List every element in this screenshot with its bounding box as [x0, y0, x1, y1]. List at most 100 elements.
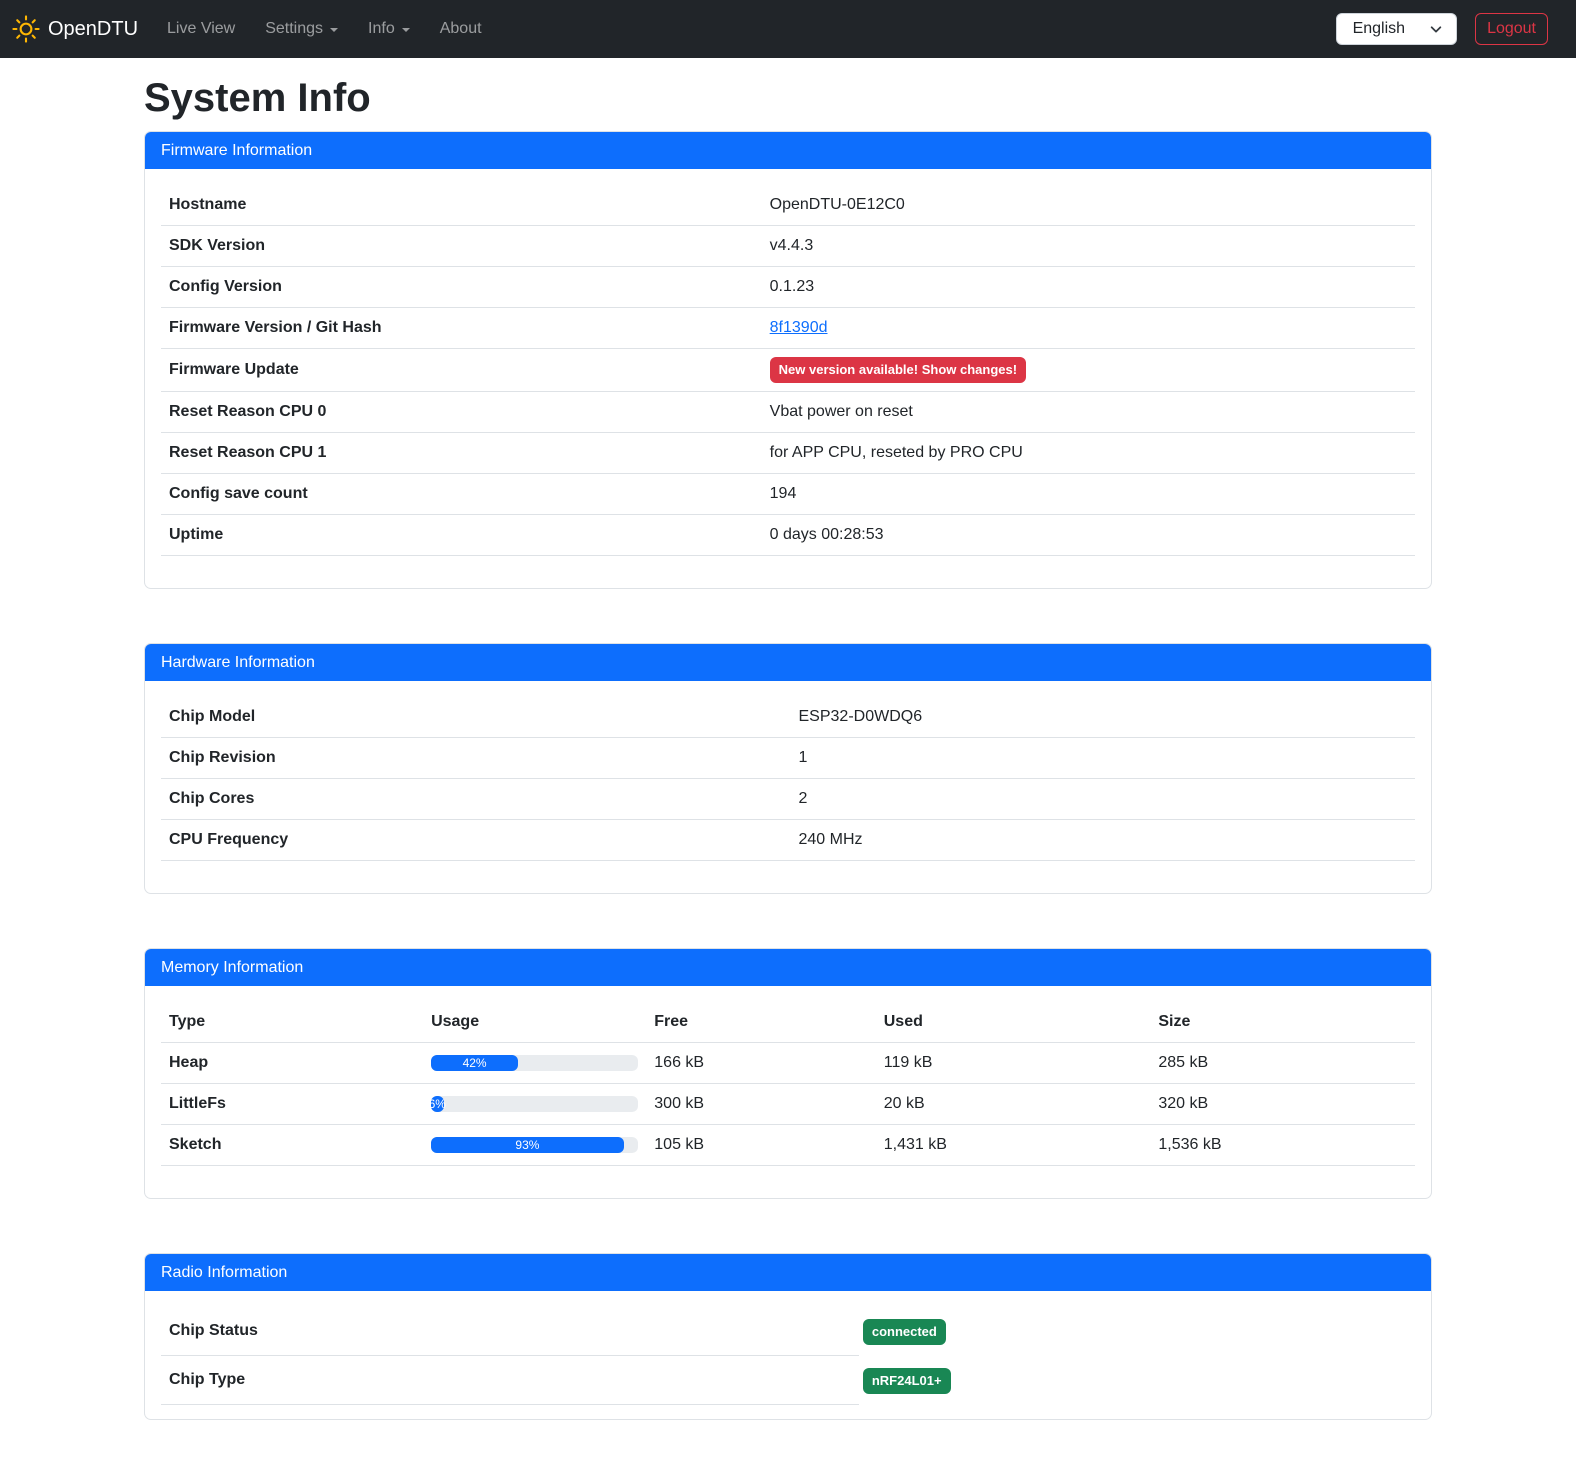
row-value: ESP32-D0WDQ6 — [791, 697, 1416, 738]
column-header-free: Free — [646, 1002, 875, 1043]
row-value: New version available! Show changes! — [762, 349, 1415, 392]
progress-label: 93% — [515, 1137, 539, 1153]
size-cell: 1,536 kB — [1150, 1125, 1415, 1166]
row-label: LittleFs — [161, 1084, 423, 1125]
progress-track: 93% — [431, 1137, 638, 1153]
table-row: Chip Revision 1 — [161, 738, 1415, 779]
usage-cell: 93% — [423, 1125, 646, 1166]
progress-label: 42% — [463, 1055, 487, 1071]
firmware-update-badge[interactable]: New version available! Show changes! — [770, 357, 1026, 383]
row-label: Heap — [161, 1043, 423, 1084]
table-row: SDK Version v4.4.3 — [161, 226, 1415, 267]
memory-card-header: Memory Information — [145, 949, 1431, 986]
free-cell: 300 kB — [646, 1084, 875, 1125]
table-row: Chip Type nRF24L01+ — [161, 1356, 1415, 1405]
used-cell: 20 kB — [876, 1084, 1151, 1125]
nav-item-label: About — [440, 20, 482, 38]
row-value: nRF24L01+ — [859, 1356, 951, 1405]
column-header-used: Used — [876, 1002, 1151, 1043]
brand-name: OpenDTU — [48, 18, 138, 41]
git-hash-link[interactable]: 8f1390d — [770, 319, 828, 336]
table-row: Hostname OpenDTU-0E12C0 — [161, 185, 1415, 226]
table-row: Chip Cores 2 — [161, 779, 1415, 820]
row-value: 8f1390d — [762, 308, 1415, 349]
progress-bar: 93% — [431, 1137, 624, 1153]
used-cell: 1,431 kB — [876, 1125, 1151, 1166]
caret-down-icon — [330, 28, 338, 32]
main-content: System Info Firmware Information Hostnam… — [144, 76, 1432, 1420]
radio-card: Radio Information Chip Status connected … — [144, 1253, 1432, 1420]
row-label: Chip Revision — [161, 738, 791, 779]
row-value: 194 — [762, 474, 1415, 515]
progress-track: 42% — [431, 1055, 638, 1071]
usage-cell: 6% — [423, 1084, 646, 1125]
page-title: System Info — [144, 76, 1432, 121]
brand[interactable]: OpenDTU — [12, 15, 138, 43]
row-value: 0.1.23 — [762, 267, 1415, 308]
chip-type-badge: nRF24L01+ — [863, 1368, 951, 1394]
row-label: Chip Model — [161, 697, 791, 738]
table-row: Config Version 0.1.23 — [161, 267, 1415, 308]
memory-card: Memory Information Type Usage Free Used … — [144, 948, 1432, 1199]
caret-down-icon — [402, 28, 410, 32]
row-label: Reset Reason CPU 0 — [161, 392, 762, 433]
row-label: Firmware Update — [161, 349, 762, 392]
row-label: Reset Reason CPU 1 — [161, 433, 762, 474]
table-row: Reset Reason CPU 0 Vbat power on reset — [161, 392, 1415, 433]
nav-item-label: Live View — [167, 20, 235, 38]
progress-track: 6% — [431, 1096, 638, 1112]
sun-icon — [12, 15, 40, 43]
nav-item-settings[interactable]: Settings — [250, 12, 353, 46]
chevron-down-icon — [1429, 22, 1443, 36]
firmware-card: Firmware Information Hostname OpenDTU-0E… — [144, 131, 1432, 589]
firmware-card-header: Firmware Information — [145, 132, 1431, 169]
row-label: Chip Cores — [161, 779, 791, 820]
progress-label: 6% — [429, 1096, 446, 1112]
table-row: LittleFs 6% 300 kB 20 kB 320 kB — [161, 1084, 1415, 1125]
nav-item-label: Settings — [265, 20, 323, 38]
row-label: Chip Type — [161, 1356, 859, 1405]
row-value: 0 days 00:28:53 — [762, 515, 1415, 556]
size-cell: 320 kB — [1150, 1084, 1415, 1125]
row-label: Firmware Version / Git Hash — [161, 308, 762, 349]
nav-item-live-view[interactable]: Live View — [152, 12, 250, 46]
nav-item-info[interactable]: Info — [353, 12, 425, 46]
radio-card-header: Radio Information — [145, 1254, 1431, 1291]
nav-item-about[interactable]: About — [425, 12, 497, 46]
row-value: 240 MHz — [791, 820, 1416, 861]
row-value: connected — [859, 1307, 946, 1356]
row-label: Chip Status — [161, 1307, 859, 1356]
table-row: Firmware Update New version available! S… — [161, 349, 1415, 392]
free-cell: 105 kB — [646, 1125, 875, 1166]
used-cell: 119 kB — [876, 1043, 1151, 1084]
row-label: Config save count — [161, 474, 762, 515]
usage-cell: 42% — [423, 1043, 646, 1084]
progress-bar: 42% — [431, 1055, 518, 1071]
row-value: 1 — [791, 738, 1416, 779]
size-cell: 285 kB — [1150, 1043, 1415, 1084]
table-row: Chip Status connected — [161, 1307, 1415, 1356]
table-row: CPU Frequency 240 MHz — [161, 820, 1415, 861]
firmware-table: Hostname OpenDTU-0E12C0 SDK Version v4.4… — [161, 185, 1415, 556]
table-row: Heap 42% 166 kB 119 kB 285 kB — [161, 1043, 1415, 1084]
chip-status-badge: connected — [863, 1319, 946, 1345]
row-value: for APP CPU, reseted by PRO CPU — [762, 433, 1415, 474]
table-row: Chip Model ESP32-D0WDQ6 — [161, 697, 1415, 738]
hardware-table: Chip Model ESP32-D0WDQ6 Chip Revision 1 … — [161, 697, 1415, 861]
memory-table: Type Usage Free Used Size Heap 42% — [161, 1002, 1415, 1166]
navbar-right: English Logout — [1336, 13, 1548, 45]
row-value: v4.4.3 — [762, 226, 1415, 267]
progress-bar: 6% — [431, 1096, 443, 1112]
row-label: CPU Frequency — [161, 820, 791, 861]
nav-item-label: Info — [368, 20, 395, 38]
row-value: 2 — [791, 779, 1416, 820]
navbar: OpenDTU Live View Settings Info About En… — [0, 0, 1576, 58]
logout-button[interactable]: Logout — [1475, 13, 1548, 45]
language-select[interactable]: English — [1336, 13, 1457, 45]
hardware-card-header: Hardware Information — [145, 644, 1431, 681]
table-row: Uptime 0 days 00:28:53 — [161, 515, 1415, 556]
row-label: Uptime — [161, 515, 762, 556]
column-header-size: Size — [1150, 1002, 1415, 1043]
table-header-row: Type Usage Free Used Size — [161, 1002, 1415, 1043]
table-row: Firmware Version / Git Hash 8f1390d — [161, 308, 1415, 349]
